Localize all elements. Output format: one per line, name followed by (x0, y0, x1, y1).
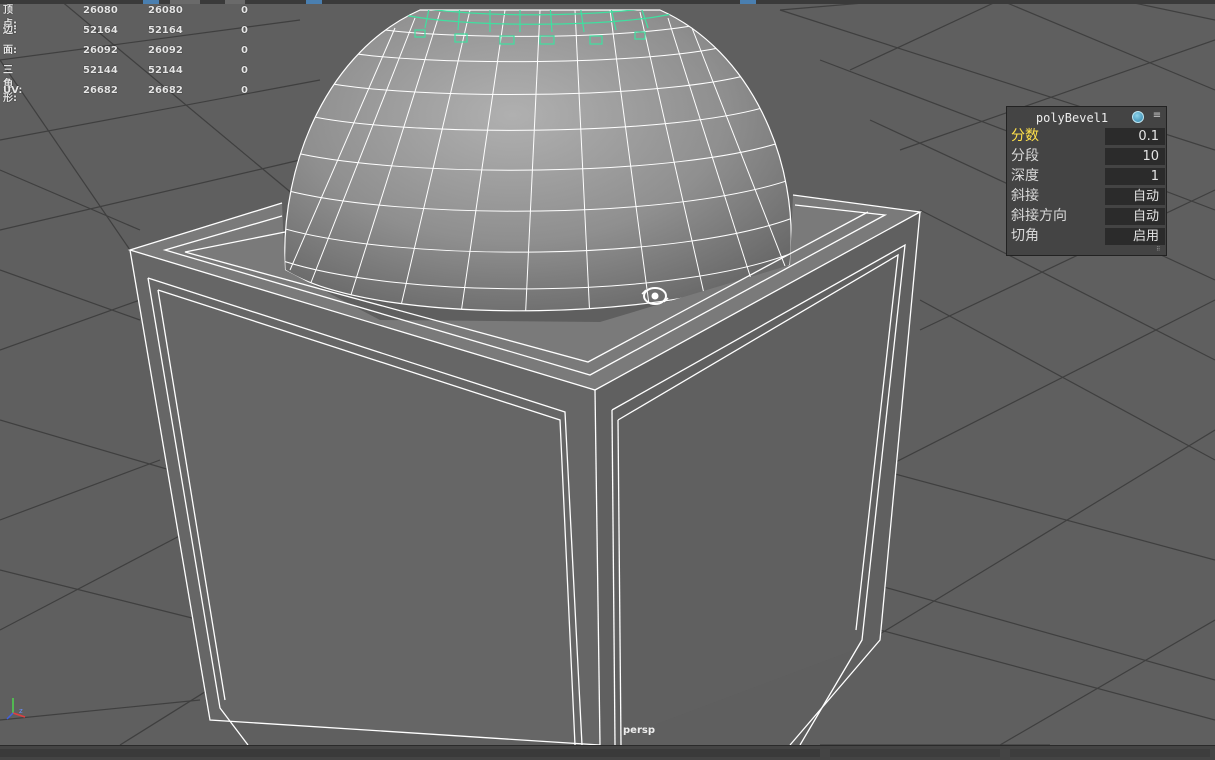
bottom-bar (0, 745, 1215, 760)
channel-label: 深度 (1011, 168, 1039, 184)
channel-label: 切角 (1011, 228, 1039, 244)
channel-row-miter-along[interactable]: 斜接方向 自动 (1011, 207, 1165, 226)
channel-label: 分段 (1011, 148, 1039, 164)
camera-name-label: persp (623, 725, 655, 736)
toolbar-button[interactable] (740, 0, 756, 4)
channel-value-field[interactable]: 自动 (1105, 208, 1165, 225)
channel-label: 斜接 (1011, 188, 1039, 204)
channel-box-title: polyBevel1 (1035, 111, 1109, 125)
3d-viewport[interactable]: 顶点: 26080 26080 0 边: 52164 52164 0 面: 26… (0, 0, 1215, 745)
sphere-mesh[interactable] (280, 4, 800, 325)
range-slider[interactable] (830, 749, 1000, 757)
in-view-channel-box[interactable]: polyBevel1 ≡ 分数 0.1 分段 10 深度 1 斜接 自动 斜接方… (1006, 106, 1167, 256)
axis-indicator-icon: z (6, 698, 26, 720)
channel-box-menu-icon[interactable]: ≡ (1151, 110, 1163, 122)
resize-grip-icon[interactable]: ⠿ (1156, 247, 1164, 253)
channel-value-field[interactable]: 启用 (1105, 228, 1165, 245)
channel-label: 斜接方向 (1011, 208, 1067, 224)
channel-value-field[interactable]: 1 (1105, 168, 1165, 185)
channel-value-field[interactable]: 10 (1105, 148, 1165, 165)
channel-label: 分数 (1011, 128, 1039, 144)
timeline-strip[interactable] (0, 749, 820, 757)
channel-row-chamfer[interactable]: 切角 启用 (1011, 227, 1165, 246)
channel-row-segments[interactable]: 分段 10 (1011, 147, 1165, 166)
channel-box-ball-icon[interactable] (1132, 111, 1144, 123)
toolbar-button[interactable] (306, 0, 322, 4)
svg-text:z: z (19, 707, 23, 715)
channel-row-mitering[interactable]: 斜接 自动 (1011, 187, 1165, 206)
channel-value-field[interactable]: 0.1 (1105, 128, 1165, 145)
channel-row-depth[interactable]: 深度 1 (1011, 167, 1165, 186)
playback-controls[interactable] (1010, 749, 1210, 757)
channel-row-fraction[interactable]: 分数 0.1 (1011, 127, 1165, 146)
channel-value-field[interactable]: 自动 (1105, 188, 1165, 205)
